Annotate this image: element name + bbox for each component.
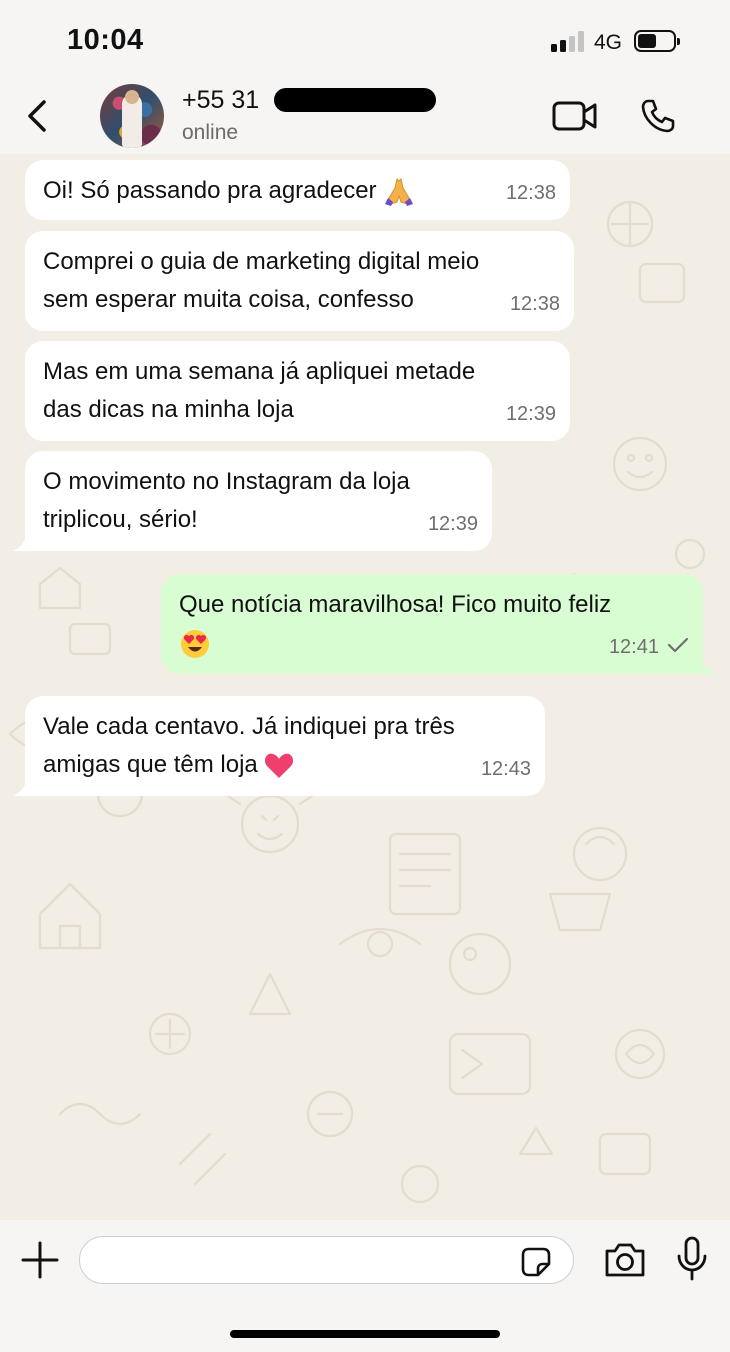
message-text: O movimento no Instagram da loja triplic… [43,468,410,533]
bubble-tail [13,778,33,796]
status-bar: 10:04 4G [0,0,730,78]
contact-name[interactable]: +55 31 [182,86,259,115]
folded-hands-emoji-icon [385,177,414,206]
camera-icon [605,1243,645,1277]
message-bubble[interactable]: Comprei o guia de marketing digital meio… [25,231,574,331]
contact-avatar[interactable] [100,84,164,148]
microphone-icon [677,1236,707,1281]
contact-status: online [182,121,239,144]
sticker-icon [521,1247,551,1277]
back-button[interactable] [22,96,54,136]
attach-button[interactable] [20,1240,60,1280]
heart-eyes-emoji-icon [181,629,209,658]
message-time: 12:38 [509,293,560,315]
message-time: 12:38 [505,182,556,204]
home-indicator[interactable] [230,1330,500,1338]
sticker-button[interactable] [520,1246,552,1278]
message-bubble[interactable]: Que notícia maravilhosa! Fico muito feli… [161,574,717,674]
voice-call-button[interactable] [640,98,676,134]
sent-check-icon [667,637,689,653]
message-bubble[interactable]: Vale cada centavo. Já indiquei pra três … [13,696,545,796]
message-time: 12:43 [480,758,531,780]
message-time: 12:41 [609,628,689,666]
network-type: 4G [594,31,623,54]
video-call-button[interactable] [552,100,598,132]
cellular-signal-icon [551,30,585,52]
chevron-left-icon [28,100,46,132]
message-text: Mas em uma semana já apliquei metade das… [43,358,476,423]
chat-header: +55 31 online [0,78,730,154]
bubble-tail [13,533,33,551]
camera-button[interactable] [603,1242,647,1278]
heart-emoji-icon [265,753,294,778]
voice-message-button[interactable] [676,1236,708,1282]
redacted-phone-number [274,88,436,112]
message-time: 12:39 [427,513,478,535]
message-input[interactable] [79,1236,574,1284]
bubble-tail [695,656,717,674]
message-text: Vale cada centavo. Já indiquei pra três … [43,713,455,778]
status-time: 10:04 [67,24,144,56]
message-bubble[interactable]: Oi! Só passando pra agradecer 12:38 [25,160,570,220]
message-bubble[interactable]: O movimento no Instagram da loja triplic… [13,451,492,551]
chat-area[interactable]: Oi! Só passando pra agradecer 12:38 Comp… [0,154,730,1220]
message-text: Comprei o guia de marketing digital meio… [43,248,480,313]
message-bubble[interactable]: Mas em uma semana já apliquei metade das… [25,341,570,441]
video-camera-icon [552,101,597,131]
phone-icon [641,99,675,133]
message-text: Oi! Só passando pra agradecer [43,172,552,210]
battery-icon [634,30,680,52]
message-time: 12:39 [505,403,556,425]
plus-icon [21,1241,59,1279]
